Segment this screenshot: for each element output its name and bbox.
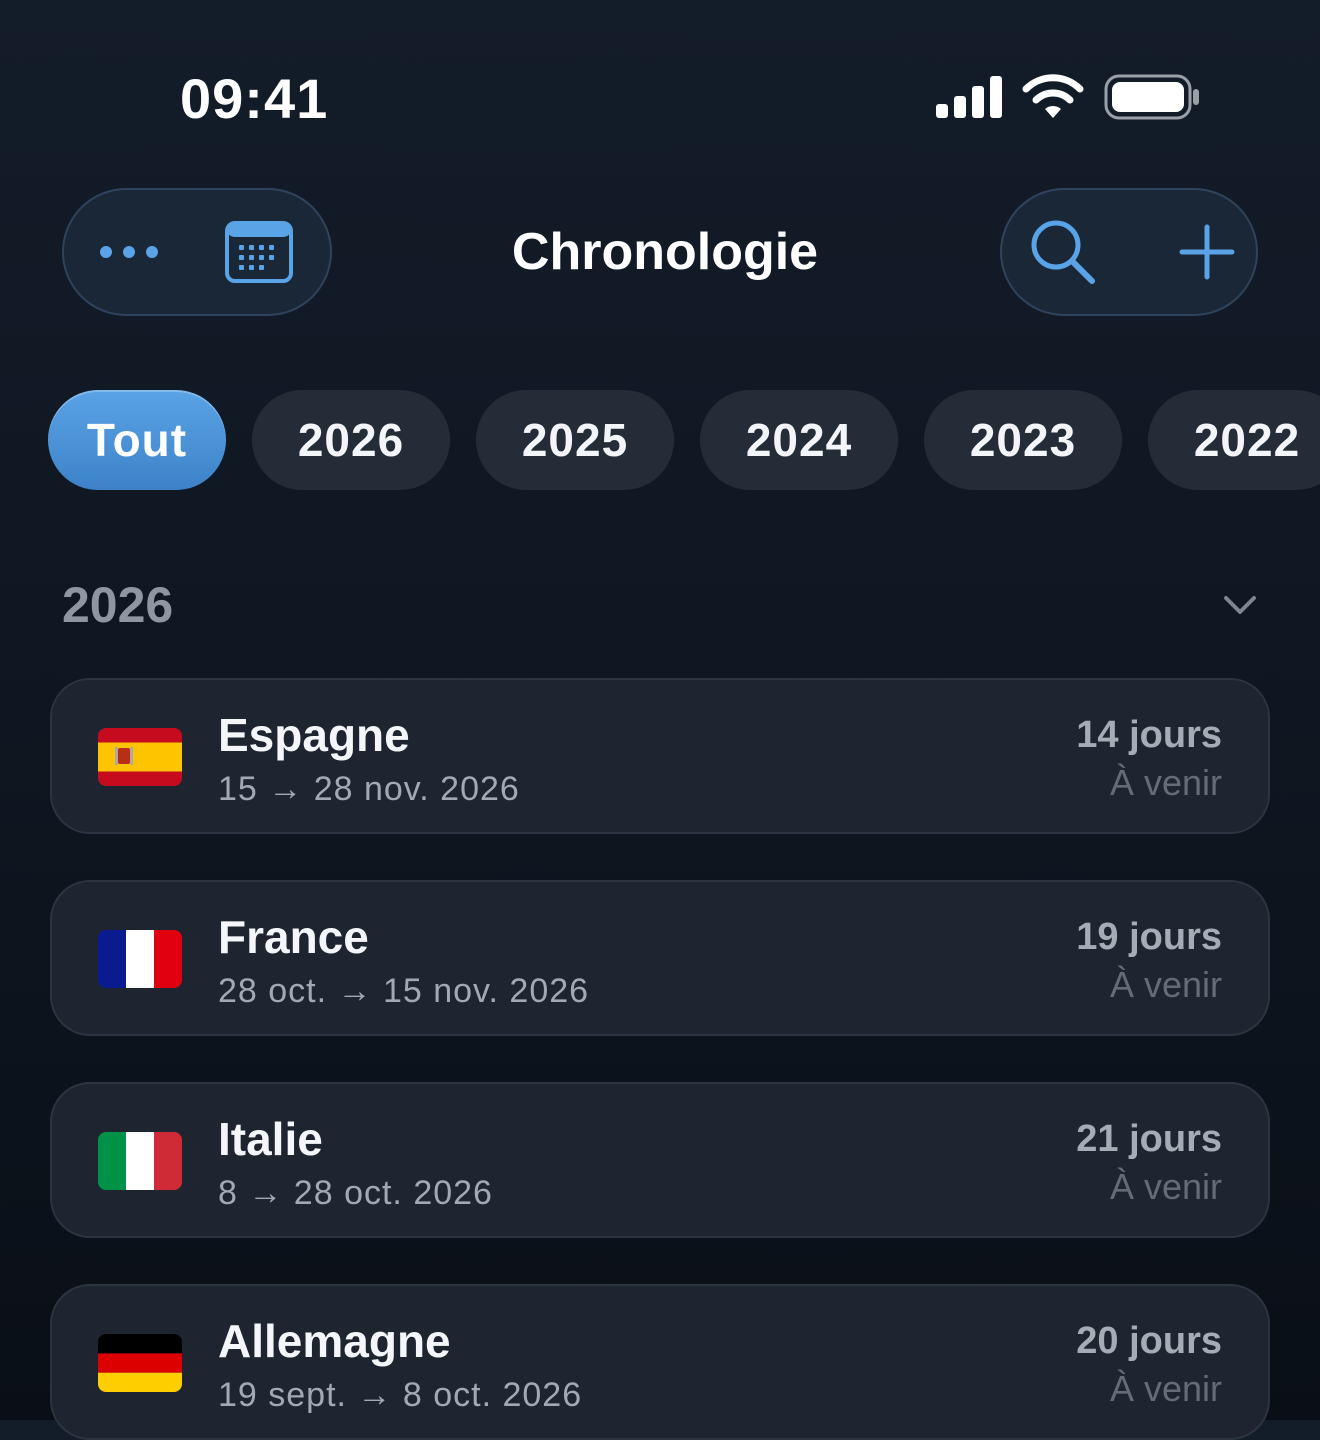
- trip-duration: 14 jours: [1076, 714, 1222, 756]
- page-title: Chronologie: [511, 223, 819, 281]
- trip-country: Allemagne: [218, 1315, 451, 1367]
- year-filter-bar: Tout 2026 2025 2024 2023 2022: [48, 390, 1320, 492]
- status-time: 09:41: [180, 67, 329, 130]
- trip-dates: 28 oct. → 15 nov. 2026: [218, 972, 590, 1010]
- trip-duration: 19 jours: [1076, 916, 1222, 958]
- calendar-icon: [225, 221, 293, 283]
- calendar-button[interactable]: [214, 190, 304, 314]
- add-trip-button[interactable]: [1162, 190, 1252, 314]
- chevron-down-icon[interactable]: [1220, 590, 1260, 620]
- trip-country: Espagne: [218, 709, 410, 761]
- filter-chip-tout[interactable]: Tout: [48, 390, 226, 490]
- trip-dates: 15 → 28 nov. 2026: [218, 770, 520, 808]
- trip-card[interactable]: Italie 8 → 28 oct. 2026 21 jours À venir: [50, 1082, 1270, 1238]
- more-icon: [100, 246, 158, 258]
- battery-icon: [1104, 74, 1199, 120]
- plus-icon: [1179, 224, 1235, 280]
- trip-country: France: [218, 911, 369, 963]
- filter-chip-2026[interactable]: 2026: [252, 390, 450, 490]
- trip-duration: 20 jours: [1076, 1320, 1222, 1362]
- trip-dates: 8 → 28 oct. 2026: [218, 1174, 493, 1212]
- trip-status: À venir: [1109, 1166, 1222, 1207]
- filter-chip-2022[interactable]: 2022: [1148, 390, 1320, 490]
- france-flag-icon: [98, 930, 182, 988]
- search-button[interactable]: [1018, 190, 1108, 314]
- section-year-title: 2026: [62, 577, 174, 633]
- filter-chip-2025[interactable]: 2025: [476, 390, 674, 490]
- trip-status: À venir: [1109, 1368, 1222, 1409]
- wifi-icon: [1022, 74, 1084, 118]
- trip-card[interactable]: Allemagne 19 sept. → 8 oct. 2026 20 jour…: [50, 1284, 1270, 1440]
- search-icon: [1031, 220, 1095, 284]
- trip-status: À venir: [1109, 964, 1222, 1005]
- more-button[interactable]: [84, 190, 174, 314]
- trip-dates: 19 sept. → 8 oct. 2026: [218, 1376, 583, 1414]
- filter-chip-2023[interactable]: 2023: [924, 390, 1122, 490]
- trip-status: À venir: [1109, 762, 1222, 803]
- trip-country: Italie: [218, 1113, 323, 1165]
- germany-flag-icon: [98, 1334, 182, 1392]
- trip-card[interactable]: Espagne 15 → 28 nov. 2026 14 jours À ven…: [50, 678, 1270, 834]
- italy-flag-icon: [98, 1132, 182, 1190]
- cellular-signal-icon: [936, 76, 1002, 118]
- spain-flag-icon: [98, 728, 182, 786]
- right-toolbar-group: [1000, 188, 1258, 316]
- trip-card[interactable]: France 28 oct. → 15 nov. 2026 19 jours À…: [50, 880, 1270, 1036]
- left-toolbar-group: [62, 188, 332, 316]
- status-bar: 09:41: [0, 0, 1320, 190]
- trip-duration: 21 jours: [1076, 1118, 1222, 1160]
- filter-chip-2024[interactable]: 2024: [700, 390, 898, 490]
